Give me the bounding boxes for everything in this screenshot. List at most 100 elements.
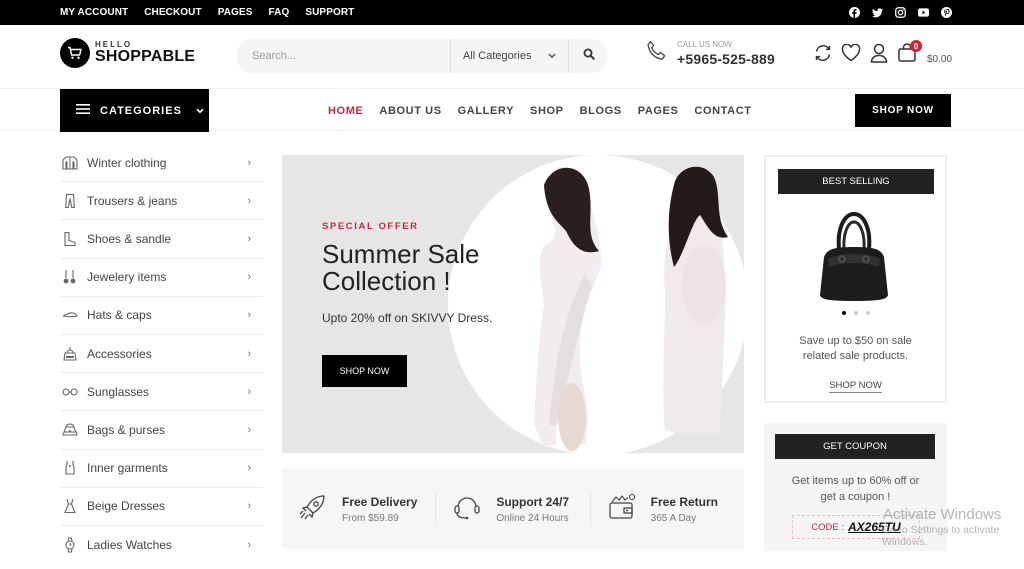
search-button[interactable] [568, 39, 608, 73]
hero-subtitle: Upto 20% off on SKIVVY Dress. [322, 311, 493, 325]
user-icon [870, 43, 888, 68]
top-link-support[interactable]: SUPPORT [305, 7, 354, 18]
nav-about-us[interactable]: ABOUT US [379, 105, 441, 117]
hero-banner: SPECIAL OFFER Summer Sale Collection ! U… [282, 155, 744, 453]
feature-title: Free Return [650, 494, 719, 509]
top-link-faq[interactable]: FAQ [268, 7, 289, 18]
feature-subtitle: 365 A Day [650, 512, 697, 524]
chevron-right-icon: › [247, 194, 251, 207]
accessories-icon [62, 346, 78, 362]
sidebar-item-label: Inner garments [87, 461, 168, 476]
categories-button[interactable]: CATEGORIES [60, 89, 209, 132]
youtube-icon[interactable] [918, 7, 929, 18]
sidebar-item-bags-purses[interactable]: Bags & purses › [60, 411, 263, 450]
handbag-product-image[interactable] [814, 207, 894, 307]
chevron-right-icon: › [247, 232, 251, 245]
sidebar-item-inner-garments[interactable]: Inner garments › [60, 450, 263, 488]
inner-garment-icon [62, 460, 78, 476]
account-button[interactable] [869, 43, 889, 68]
top-link-checkout[interactable]: CHECKOUT [144, 7, 201, 18]
jacket-icon [62, 155, 78, 171]
phone-number[interactable]: +5965-525-889 [677, 51, 775, 67]
carousel-dot-3[interactable] [865, 311, 870, 315]
nav-gallery[interactable]: GALLERY [458, 105, 514, 117]
feature-title: Support 24/7 [496, 494, 570, 509]
main-navigation-bar: CATEGORIES HOME ABOUT US GALLERY SHOP BL… [0, 88, 1024, 132]
sidebar-item-trousers-jeans[interactable]: Trousers & jeans › [60, 182, 263, 221]
nav-shop[interactable]: SHOP [530, 105, 564, 117]
hero-title-line2: Collection ! [322, 266, 451, 296]
chevron-right-icon: › [247, 347, 251, 360]
sidebar-item-label: Accessories [87, 346, 152, 361]
sidebar-item-jewelery[interactable]: Jewelery items › [60, 259, 263, 297]
instagram-icon[interactable] [895, 7, 906, 18]
chevron-right-icon: › [247, 385, 251, 398]
header: HELLO SHOPPABLE All Categories CALL US N… [0, 25, 1024, 88]
sidebar-item-beige-dresses[interactable]: Beige Dresses › [60, 488, 263, 526]
feature-free-return: Free Return 365 A Day [589, 492, 744, 526]
social-links [849, 0, 952, 25]
search-input[interactable] [236, 50, 450, 62]
carousel-dot-2[interactable] [853, 311, 858, 315]
sidebar-item-ladies-watches[interactable]: Ladies Watches › [60, 526, 263, 564]
top-link-my-account[interactable]: MY ACCOUNT [60, 7, 128, 18]
categories-label: CATEGORIES [100, 104, 182, 117]
dress-icon [62, 498, 78, 514]
nav-contact[interactable]: CONTACT [694, 105, 751, 117]
bag-icon [62, 422, 78, 438]
sidebar-item-accessories[interactable]: Accessories › [60, 335, 263, 374]
best-selling-text-line2: related sale products. [802, 350, 909, 362]
cart-button[interactable]: 0 [897, 40, 922, 65]
carousel-dots [766, 311, 945, 315]
sidebar-item-winter-clothing[interactable]: Winter clothing › [60, 144, 263, 183]
chevron-right-icon: › [247, 538, 251, 551]
boot-icon [62, 231, 78, 247]
category-select-value: All Categories [463, 50, 532, 62]
hero-title-line1: Summer Sale [322, 239, 480, 269]
nav-home[interactable]: HOME [328, 105, 363, 117]
coupon-code-box[interactable]: CODE : AX265TU [792, 515, 920, 539]
sidebar-item-label: Shoes & sandle [87, 231, 172, 246]
best-selling-shop-now-link[interactable]: SHOP NOW [829, 380, 882, 393]
sidebar-item-shoes-sandle[interactable]: Shoes & sandle › [60, 220, 263, 259]
main-nav: HOME ABOUT US GALLERY SHOP BLOGS PAGES C… [328, 89, 752, 132]
best-selling-card: BEST SELLING Save up to $50 on sale rela… [764, 155, 947, 403]
shop-now-button[interactable]: SHOP NOW [855, 94, 951, 127]
sidebar-item-hats-caps[interactable]: Hats & caps › [60, 297, 263, 335]
coupon-text-line2: get a coupon ! [820, 491, 891, 503]
carousel-dot-1[interactable] [841, 311, 846, 315]
sidebar-item-label: Winter clothing [87, 155, 167, 170]
nav-blogs[interactable]: BLOGS [580, 105, 622, 117]
hero-shop-now-button[interactable]: SHOP NOW [322, 355, 407, 387]
coupon-text-line1: Get items up to 60% off or [791, 475, 920, 487]
top-link-pages[interactable]: PAGES [218, 7, 253, 18]
best-selling-header: BEST SELLING [778, 169, 934, 194]
refresh-compare-icon [813, 43, 833, 68]
sidebar-item-label: Ladies Watches [87, 537, 172, 552]
chevron-right-icon: › [247, 462, 251, 475]
hamburger-icon [76, 104, 90, 117]
feature-subtitle: From $59.89 [342, 512, 399, 524]
twitter-icon[interactable] [872, 7, 883, 18]
sidebar-item-label: Trousers & jeans [87, 193, 178, 208]
top-links: MY ACCOUNT CHECKOUT PAGES FAQ SUPPORT [60, 0, 354, 25]
chevron-down-icon [548, 50, 556, 62]
search-icon [583, 47, 595, 65]
trousers-icon [62, 193, 78, 209]
cart-count-badge: 0 [910, 40, 922, 52]
sidebar-item-label: Jewelery items [87, 270, 167, 285]
nav-pages[interactable]: PAGES [638, 105, 679, 117]
phone-icon [645, 39, 669, 68]
pinterest-icon[interactable] [941, 7, 952, 18]
compare-button[interactable] [813, 43, 833, 68]
logo-brand-text: SHOPPABLE [95, 48, 196, 65]
chevron-down-icon [196, 105, 204, 117]
category-select[interactable]: All Categories [450, 39, 568, 73]
wishlist-button[interactable] [841, 43, 861, 65]
sidebar-item-label: Bags & purses [87, 422, 166, 437]
best-selling-text: Save up to $50 on sale related sale prod… [766, 334, 945, 364]
get-coupon-button[interactable]: GET COUPON [775, 434, 935, 459]
sidebar-item-sunglasses[interactable]: Sunglasses › [60, 373, 263, 412]
logo[interactable]: HELLO SHOPPABLE [60, 38, 195, 68]
facebook-icon[interactable] [849, 7, 860, 18]
